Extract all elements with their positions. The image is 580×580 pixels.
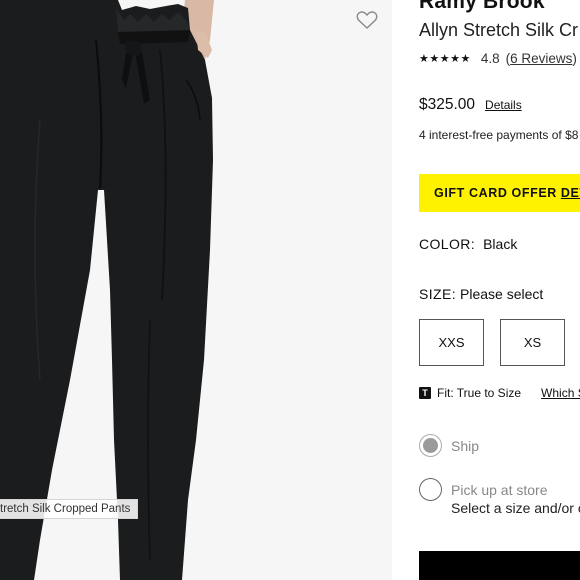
fit-badge-icon: T (419, 387, 431, 399)
fit-text: Fit: True to Size (437, 386, 522, 400)
product-image[interactable]: tretch Silk Cropped Pants (0, 0, 392, 580)
ship-radio[interactable] (419, 434, 442, 457)
size-value: Please select (460, 286, 544, 302)
color-value: Black (483, 236, 518, 252)
which-size-link[interactable]: Which S (541, 386, 580, 400)
color-label: COLOR: (419, 236, 476, 252)
add-to-bag-button[interactable] (419, 551, 580, 580)
installments-text: 4 interest-free payments of $8 (419, 128, 579, 142)
color-selector: COLOR: Black (419, 236, 517, 252)
ship-label: Ship (451, 437, 480, 454)
price-details-link[interactable]: Details (485, 98, 522, 112)
gift-card-offer-banner[interactable]: GIFT CARD OFFER DETA (419, 174, 580, 212)
product-title: Allyn Stretch Silk Cr (419, 20, 579, 40)
gift-banner-details-link[interactable]: DETA (561, 186, 580, 200)
size-selector: SIZE: Please select (419, 286, 543, 302)
ship-option[interactable]: Ship (419, 434, 479, 457)
size-label: SIZE: (419, 286, 457, 302)
rating-value: 4.8 (480, 51, 500, 66)
pickup-subtext: Select a size and/or c (451, 500, 580, 516)
pickup-radio[interactable] (419, 478, 442, 501)
brand-name[interactable]: Ramy Brook (419, 0, 545, 14)
rating-stars: ★★★★★ (419, 53, 471, 65)
wishlist-heart-icon[interactable] (356, 10, 382, 36)
size-option-xxs[interactable]: XXS (419, 319, 484, 366)
reviews-link[interactable]: 6 Reviews (510, 51, 572, 66)
fit-row: T Fit: True to Size Which S (419, 386, 580, 400)
pickup-label: Pick up at store (451, 481, 548, 498)
rating-row: ★★★★★ 4.8 (6 Reviews) (419, 51, 577, 66)
product-details-panel: Ramy Brook Allyn Stretch Silk Cr ★★★★★ 4… (419, 0, 580, 580)
price-row: $325.00 Details (419, 96, 522, 114)
price: $325.00 (419, 96, 476, 113)
reviews-close-paren: ) (572, 51, 577, 66)
image-caption: tretch Silk Cropped Pants (0, 499, 139, 519)
gift-banner-text: GIFT CARD OFFER (434, 186, 557, 200)
size-option-xs[interactable]: XS (500, 319, 565, 366)
pickup-option[interactable]: Pick up at store (419, 478, 548, 501)
ship-radio-selected-dot (423, 438, 438, 453)
pants-photo (0, 0, 392, 580)
